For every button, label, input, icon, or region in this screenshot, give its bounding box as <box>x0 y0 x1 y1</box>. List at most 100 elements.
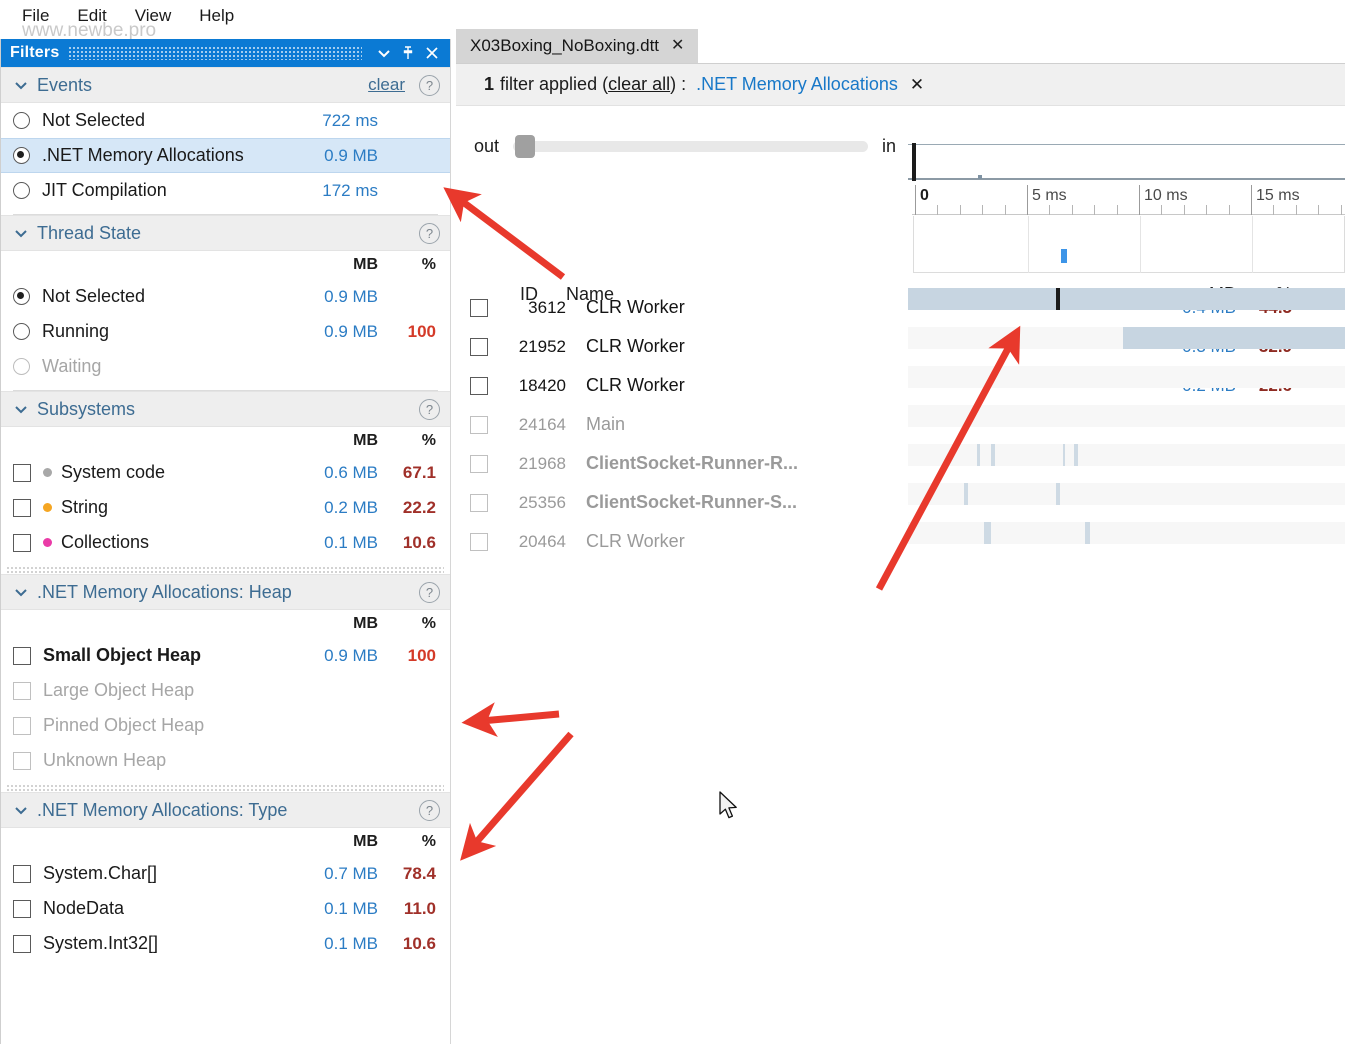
thread-id: 18420 <box>500 376 576 396</box>
chevron-down-icon[interactable] <box>13 802 29 818</box>
timeline-overview-strip[interactable] <box>913 216 1345 273</box>
filter-row[interactable]: Collections0.1 MB10.6 <box>1 525 450 560</box>
filter-row[interactable]: Not Selected0.9 MB <box>1 279 450 314</box>
radio-button[interactable] <box>13 147 30 164</box>
ruler-minor-tick <box>1117 205 1118 215</box>
chevron-down-icon[interactable] <box>13 77 29 93</box>
checkbox[interactable] <box>13 464 31 482</box>
zoom-slider-thumb[interactable] <box>515 135 535 158</box>
timeline-lane[interactable] <box>908 522 1345 544</box>
tab-label: X03Boxing_NoBoxing.dtt <box>470 36 659 56</box>
radio-button[interactable] <box>13 288 30 305</box>
menu-item-help[interactable]: Help <box>185 3 248 29</box>
filter-row[interactable]: Waiting <box>1 349 450 384</box>
timeline-lane[interactable] <box>908 288 1345 310</box>
row-checkbox[interactable] <box>470 338 488 356</box>
checkbox[interactable] <box>13 935 31 953</box>
color-swatch-dot <box>43 468 52 477</box>
timeline-lane[interactable] <box>908 327 1345 349</box>
filter-row[interactable]: System.Int32[]0.1 MB10.6 <box>1 926 450 961</box>
section-header-events[interactable]: Eventsclear? <box>1 67 450 103</box>
section-header-type[interactable]: .NET Memory Allocations: Type? <box>1 792 450 828</box>
filter-row[interactable]: Large Object Heap <box>1 673 450 708</box>
checkbox[interactable] <box>13 900 31 918</box>
section-title: Thread State <box>37 223 419 244</box>
checkbox[interactable] <box>13 534 31 552</box>
filter-row[interactable]: System.Char[]0.7 MB78.4 <box>1 856 450 891</box>
filter-row-mb: 0.7 MB <box>300 864 378 884</box>
ruler-minor-tick <box>937 205 938 215</box>
filter-row-mb: 0.9 MB <box>300 146 378 166</box>
radio-button[interactable] <box>13 323 30 340</box>
filter-row[interactable]: String0.2 MB22.2 <box>1 490 450 525</box>
filter-row-percent: 22.2 <box>378 498 436 518</box>
filter-row[interactable]: Unknown Heap <box>1 743 450 778</box>
filter-chip-label: .NET Memory Allocations <box>696 74 898 95</box>
checkbox[interactable] <box>13 499 31 517</box>
menu-item-file[interactable]: File <box>8 3 63 29</box>
close-icon[interactable] <box>420 41 444 65</box>
help-icon[interactable]: ? <box>419 223 440 244</box>
clear-all-link[interactable]: clear all <box>608 74 670 95</box>
timeline-lane[interactable] <box>908 405 1345 427</box>
filter-row-label: Pinned Object Heap <box>43 715 300 736</box>
chevron-down-icon[interactable] <box>13 401 29 417</box>
help-icon[interactable]: ? <box>419 582 440 603</box>
radio-button[interactable] <box>13 358 30 375</box>
ruler-minor-tick <box>1229 205 1230 215</box>
thread-id: 21968 <box>500 454 576 474</box>
filter-row-percent: 100 <box>378 646 436 666</box>
pin-icon[interactable] <box>396 41 420 65</box>
chevron-down-icon[interactable] <box>13 225 29 241</box>
menu-item-view[interactable]: View <box>121 3 186 29</box>
timeline-lane[interactable] <box>908 483 1345 505</box>
column-header-mb: MB <box>300 833 378 851</box>
filter-row[interactable]: Running0.9 MB100 <box>1 314 450 349</box>
ruler-minor-tick <box>1341 205 1342 215</box>
filter-row[interactable]: System code0.6 MB67.1 <box>1 455 450 490</box>
help-icon[interactable]: ? <box>419 75 440 96</box>
allocation-span <box>1085 522 1089 544</box>
timeline-overview[interactable] <box>908 144 1345 180</box>
row-checkbox[interactable] <box>470 299 488 317</box>
radio-button[interactable] <box>13 182 30 199</box>
timeline-lane[interactable] <box>908 444 1345 466</box>
row-checkbox[interactable] <box>470 494 488 512</box>
filter-row[interactable]: JIT Compilation172 ms <box>1 173 450 208</box>
filter-row[interactable]: Small Object Heap0.9 MB100 <box>1 638 450 673</box>
filter-row[interactable]: Not Selected722 ms <box>1 103 450 138</box>
checkbox[interactable] <box>13 752 31 770</box>
help-icon[interactable]: ? <box>419 800 440 821</box>
clear-link[interactable]: clear <box>368 75 405 95</box>
filter-row[interactable]: Pinned Object Heap <box>1 708 450 743</box>
checkbox[interactable] <box>13 865 31 883</box>
chevron-down-icon[interactable] <box>13 584 29 600</box>
checkbox[interactable] <box>13 647 31 665</box>
section-header-thread-state[interactable]: Thread State? <box>1 215 450 251</box>
menu-item-edit[interactable]: Edit <box>63 3 120 29</box>
section-header-subsystems[interactable]: Subsystems? <box>1 391 450 427</box>
row-checkbox[interactable] <box>470 377 488 395</box>
drag-grip[interactable] <box>69 47 362 60</box>
tab-close-icon[interactable]: ✕ <box>671 38 684 54</box>
row-checkbox[interactable] <box>470 416 488 434</box>
checkbox[interactable] <box>13 682 31 700</box>
thread-id: 24164 <box>500 415 576 435</box>
tab-x03boxing-noboxing[interactable]: X03Boxing_NoBoxing.dtt ✕ <box>456 29 698 63</box>
checkbox[interactable] <box>13 717 31 735</box>
filter-row-label: Collections <box>61 532 300 553</box>
help-icon[interactable]: ? <box>419 399 440 420</box>
section-header-heap[interactable]: .NET Memory Allocations: Heap? <box>1 574 450 610</box>
allocation-span <box>977 444 979 466</box>
filter-row-mb: 0.6 MB <box>300 463 378 483</box>
filter-row[interactable]: NodeData0.1 MB11.0 <box>1 891 450 926</box>
filters-title-bar[interactable]: Filters <box>1 39 450 67</box>
zoom-slider-track[interactable] <box>513 141 868 152</box>
timeline-lane[interactable] <box>908 366 1345 388</box>
radio-button[interactable] <box>13 112 30 129</box>
ruler-major-tick <box>1027 185 1028 215</box>
row-checkbox[interactable] <box>470 455 488 473</box>
row-checkbox[interactable] <box>470 533 488 551</box>
filter-row[interactable]: .NET Memory Allocations0.9 MB <box>1 138 450 173</box>
chevron-down-icon[interactable] <box>372 41 396 65</box>
